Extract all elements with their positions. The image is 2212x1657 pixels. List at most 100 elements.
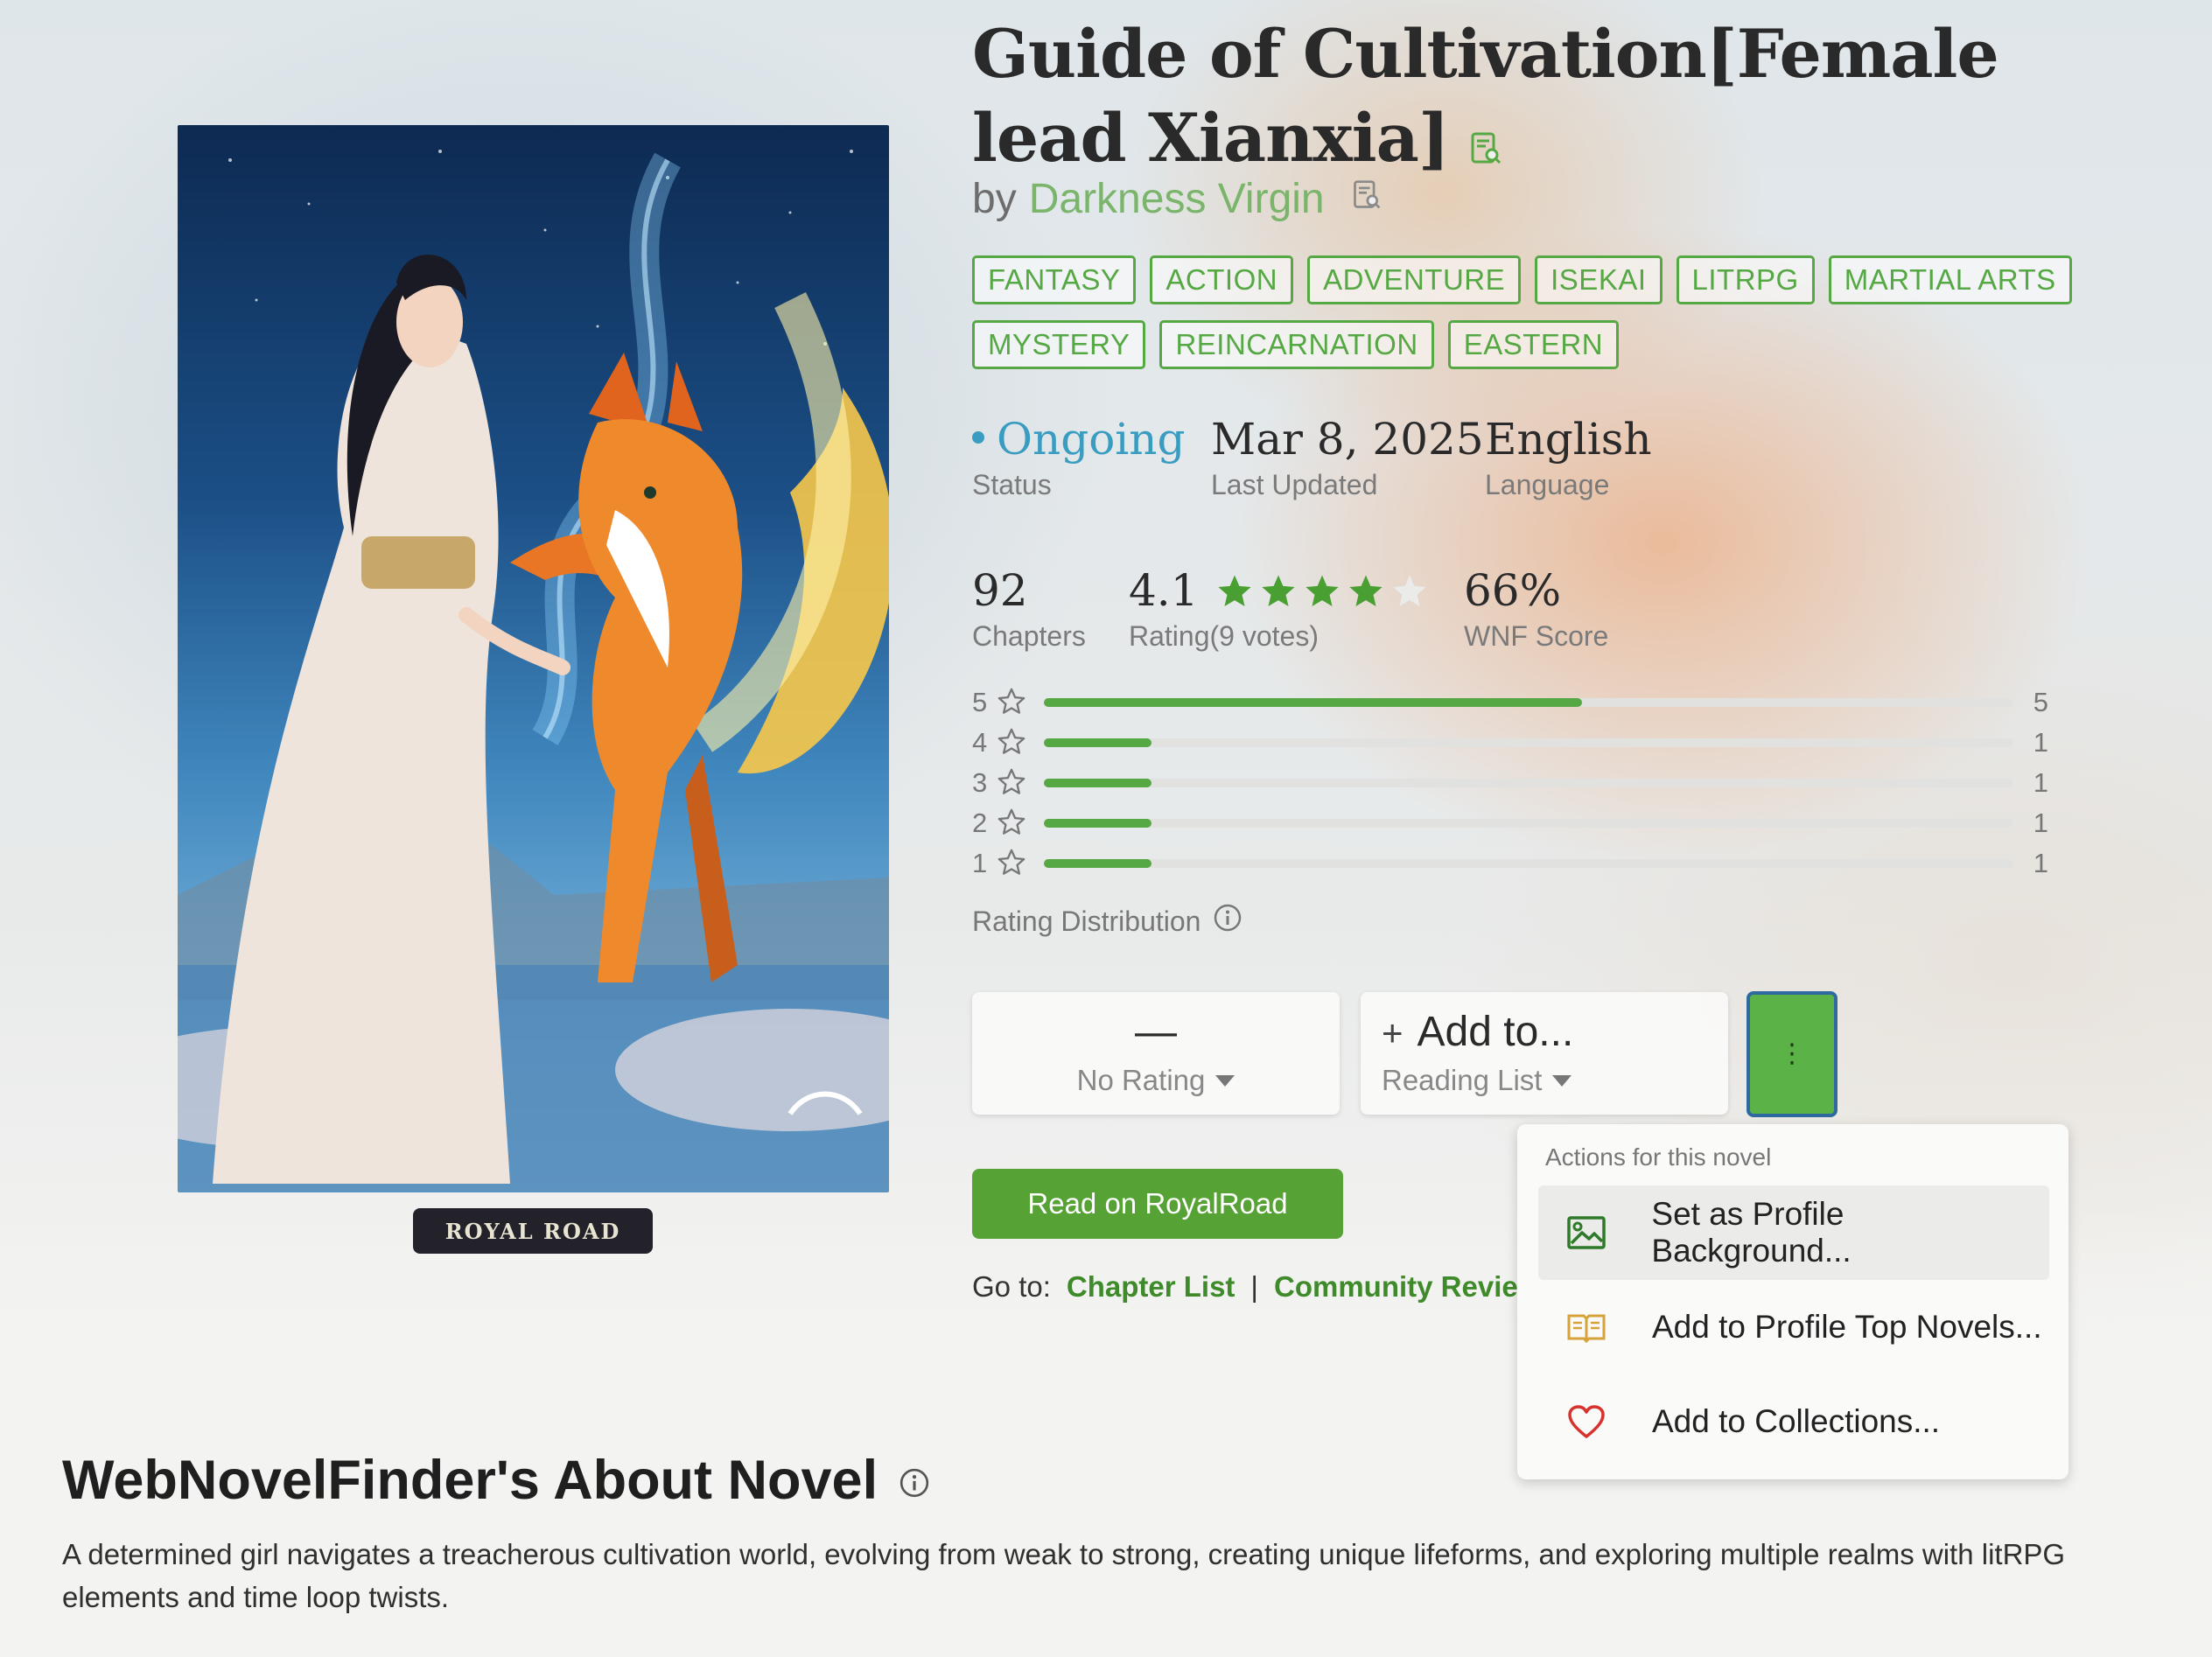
tag-reincarnation[interactable]: REINCARNATION xyxy=(1159,320,1434,369)
goto-label: Go to: xyxy=(972,1270,1051,1303)
author-document-search-icon[interactable] xyxy=(1351,175,1382,223)
menu-item-set-profile-background[interactable]: Set as Profile Background... xyxy=(1538,1185,2049,1280)
tag-martial-arts[interactable]: MARTIAL ARTS xyxy=(1828,255,2072,304)
status-dot-icon xyxy=(972,431,984,444)
kebab-menu-icon: ⋮ xyxy=(1779,1039,1805,1068)
distribution-bar-track xyxy=(1044,779,2013,787)
add-to-sub: Reading List xyxy=(1382,1064,1728,1097)
royalroad-badge[interactable]: ROYAL ROAD xyxy=(413,1208,653,1254)
distribution-row: 31 xyxy=(972,763,2048,803)
last-updated-value: Mar 8, 2025 xyxy=(1211,414,1484,465)
about-heading-text: WebNovelFinder's About Novel xyxy=(62,1450,878,1511)
distribution-star-level: 2 xyxy=(972,808,988,838)
wnf-score-value: 66% xyxy=(1464,565,1562,616)
tag-mystery[interactable]: MYSTERY xyxy=(972,320,1146,369)
status-value-wrap: Ongoing xyxy=(972,413,1186,465)
reading-list-label: Reading List xyxy=(1382,1064,1543,1096)
open-book-icon xyxy=(1556,1311,1617,1343)
goto-links: Go to: Chapter List | Community Reviews xyxy=(972,1270,1557,1304)
caret-down-icon xyxy=(1215,1075,1236,1087)
rating-label: Rating(9 votes) xyxy=(1129,620,1319,652)
distribution-star-level: 3 xyxy=(972,767,988,798)
caret-down-icon xyxy=(1552,1075,1572,1087)
author-byline: by Darkness Virgin xyxy=(972,175,1382,223)
distribution-star-level: 4 xyxy=(972,727,988,758)
tag-fantasy[interactable]: FANTASY xyxy=(972,255,1137,304)
distribution-row: 11 xyxy=(972,843,2048,884)
chapters-label: Chapters xyxy=(972,620,1086,652)
about-info-icon[interactable] xyxy=(899,1449,930,1512)
language-value: English xyxy=(1485,414,1652,465)
status-value: Ongoing xyxy=(997,414,1186,465)
tag-adventure[interactable]: ADVENTURE xyxy=(1307,255,1522,304)
distribution-row: 55 xyxy=(972,682,2048,723)
rating-distribution: 5541312111 xyxy=(972,682,2048,884)
star-outline-icon xyxy=(997,808,1039,840)
chapters-stat: 92 Chapters xyxy=(972,564,1086,653)
rating-distribution-text: Rating Distribution xyxy=(972,905,1201,937)
tag-action[interactable]: ACTION xyxy=(1150,255,1294,304)
tag-eastern[interactable]: EASTERN xyxy=(1447,320,1620,369)
genre-tags: FANTASY ACTION ADVENTURE ISEKAI LITRPG M… xyxy=(972,255,2110,385)
distribution-star-level: 1 xyxy=(972,848,988,878)
last-updated-stat: Mar 8, 2025 Last Updated xyxy=(1211,413,1484,501)
distribution-count: 1 xyxy=(2033,767,2048,798)
add-to-label: Add to... xyxy=(1417,1009,1574,1055)
distribution-bar-track xyxy=(1044,738,2013,747)
wnf-score-label: WNF Score xyxy=(1464,620,1609,652)
star-outline-icon xyxy=(997,767,1039,800)
plus-icon: + xyxy=(1382,1012,1404,1053)
distribution-bar-fill xyxy=(1044,779,1152,787)
language-label: Language xyxy=(1485,469,1610,500)
info-icon[interactable] xyxy=(1213,903,1242,940)
menu-item-add-top-novels[interactable]: Add to Profile Top Novels... xyxy=(1538,1280,2049,1374)
tag-isekai[interactable]: ISEKAI xyxy=(1535,255,1662,304)
star-filled-icon xyxy=(1305,575,1339,606)
star-filled-icon xyxy=(1217,575,1251,606)
language-stat: English Language xyxy=(1485,413,1652,501)
distribution-bar-track xyxy=(1044,698,2013,707)
about-description: A determined girl navigates a treacherou… xyxy=(62,1538,2066,1613)
menu-item-label: Add to Collections... xyxy=(1652,1403,1941,1439)
menu-item-add-collections[interactable]: Add to Collections... xyxy=(1538,1374,2049,1469)
distribution-bar-fill xyxy=(1044,698,1582,707)
distribution-star-level: 5 xyxy=(972,687,988,717)
document-search-icon[interactable] xyxy=(1468,101,1503,185)
rating-distribution-label: Rating Distribution xyxy=(972,903,1242,940)
distribution-bar-fill xyxy=(1044,738,1152,747)
author-link[interactable]: Darkness Virgin xyxy=(1029,175,1325,223)
star-empty-icon xyxy=(1392,575,1426,606)
distribution-count: 1 xyxy=(2033,808,2048,838)
menu-item-label: Add to Profile Top Novels... xyxy=(1652,1309,2042,1345)
last-updated-label: Last Updated xyxy=(1211,469,1378,500)
add-to-main: + Add to... xyxy=(1382,1008,1728,1056)
more-actions-button[interactable]: ⋮ xyxy=(1746,991,1838,1117)
image-icon xyxy=(1556,1215,1616,1250)
star-filled-icon xyxy=(1348,575,1382,606)
distribution-count: 1 xyxy=(2033,727,2048,758)
distribution-row: 41 xyxy=(972,723,2048,763)
goto-separator: | xyxy=(1250,1270,1258,1303)
tag-row-1: FANTASY ACTION ADVENTURE ISEKAI LITRPG M… xyxy=(972,255,2110,304)
chapter-list-link[interactable]: Chapter List xyxy=(1067,1270,1236,1304)
add-to-list-selector[interactable]: + Add to... Reading List xyxy=(1361,992,1728,1115)
tag-row-2: MYSTERY REINCARNATION EASTERN xyxy=(972,320,2110,369)
star-outline-icon xyxy=(997,727,1039,759)
heart-icon xyxy=(1556,1404,1617,1439)
read-on-royalroad-button[interactable]: Read on RoyalRoad xyxy=(972,1169,1343,1239)
wnf-score-stat: 66% WNF Score xyxy=(1464,564,1608,653)
status-label: Status xyxy=(972,469,1052,500)
rating-stars xyxy=(1216,572,1428,609)
about-heading: WebNovelFinder's About Novel xyxy=(62,1449,930,1512)
tag-litrpg[interactable]: LITRPG xyxy=(1676,255,1815,304)
rating-selector-value: — xyxy=(1135,1009,1177,1055)
distribution-bar-fill xyxy=(1044,859,1152,868)
distribution-count: 1 xyxy=(2033,848,2048,878)
community-reviews-link[interactable]: Community Reviews xyxy=(1274,1270,1557,1304)
star-outline-icon xyxy=(997,687,1039,719)
novel-cover-image xyxy=(178,125,889,1192)
no-rating-label: No Rating xyxy=(1076,1064,1206,1096)
rating-value-wrap: 4.1 xyxy=(1129,564,1428,617)
rating-selector[interactable]: — No Rating xyxy=(972,992,1340,1115)
by-label: by xyxy=(972,176,1017,222)
